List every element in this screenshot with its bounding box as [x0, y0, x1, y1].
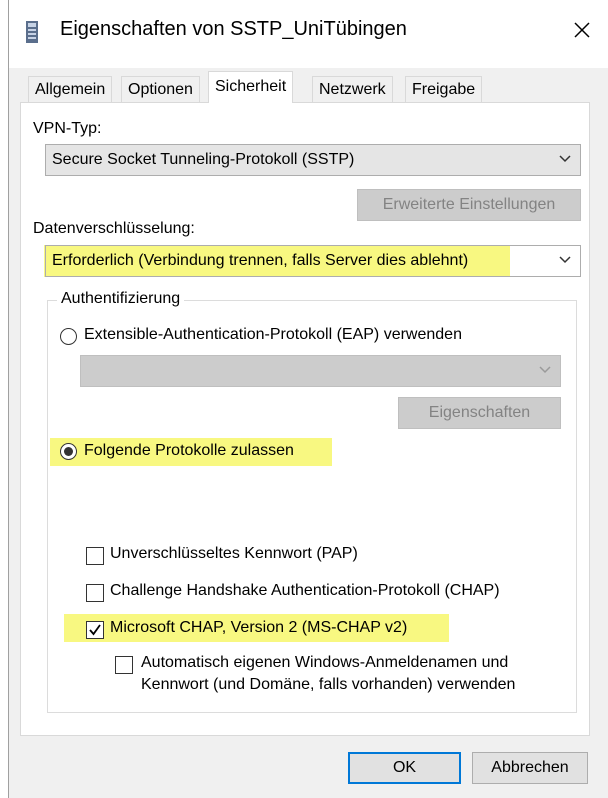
chevron-down-icon [539, 366, 551, 374]
vpn-type-value: Secure Socket Tunneling-Protokoll (SSTP) [52, 151, 355, 168]
eap-properties-button[interactable]: Eigenschaften [398, 397, 561, 429]
allow-protocols-label: Folgende Protokolle zulassen [84, 442, 294, 459]
auto-windows-logon-checkbox[interactable] [115, 656, 133, 674]
advanced-settings-button[interactable]: Erweiterte Einstellungen [357, 189, 581, 221]
close-icon [574, 22, 590, 38]
pap-label: Unverschlüsseltes Kennwort (PAP) [110, 545, 358, 562]
encryption-value: Erforderlich (Verbindung trennen, falls … [52, 252, 469, 269]
auto-windows-logon-label-line1: Automatisch eigenen Windows-Anmeldenamen… [141, 654, 509, 671]
window-title: Eigenschaften von SSTP_UniTübingen [60, 18, 407, 40]
encryption-select[interactable]: Erforderlich (Verbindung trennen, falls … [45, 245, 581, 277]
tab-netzwerk[interactable]: Netzwerk [312, 76, 393, 102]
allow-protocols-radio[interactable] [60, 443, 77, 460]
cancel-button[interactable]: Abbrechen [472, 752, 588, 784]
checkmark-icon [89, 624, 101, 636]
tab-allgemein[interactable]: Allgemein [28, 76, 113, 102]
encryption-label: Datenverschlüsselung: [33, 220, 195, 237]
eap-radio-label: Extensible-Authentication-Protokoll (EAP… [84, 326, 462, 343]
vpn-type-select[interactable]: Secure Socket Tunneling-Protokoll (SSTP) [45, 144, 581, 176]
chevron-down-icon [559, 256, 571, 264]
chap-checkbox[interactable] [86, 584, 104, 602]
chap-label: Challenge Handshake Authentication-Proto… [110, 582, 500, 599]
tab-sicherheit[interactable]: Sicherheit [208, 71, 294, 103]
mschapv2-label: Microsoft CHAP, Version 2 (MS-CHAP v2) [110, 619, 408, 636]
ok-button[interactable]: OK [348, 752, 461, 784]
auto-windows-logon-label-line2: Kennwort (und Domäne, falls vorhanden) v… [141, 676, 516, 693]
mschapv2-checkbox[interactable] [86, 621, 104, 639]
tab-freigabe[interactable]: Freigabe [405, 76, 483, 102]
tab-optionen[interactable]: Optionen [121, 76, 200, 102]
vpn-type-label: VPN-Typ: [33, 120, 102, 137]
chevron-down-icon [559, 155, 571, 163]
eap-method-select[interactable] [80, 355, 561, 387]
network-connection-icon [26, 21, 38, 43]
eap-radio[interactable] [60, 328, 77, 345]
pap-checkbox[interactable] [86, 547, 104, 565]
close-button[interactable] [562, 10, 602, 50]
authentication-group-title: Authentifizierung [57, 290, 185, 308]
